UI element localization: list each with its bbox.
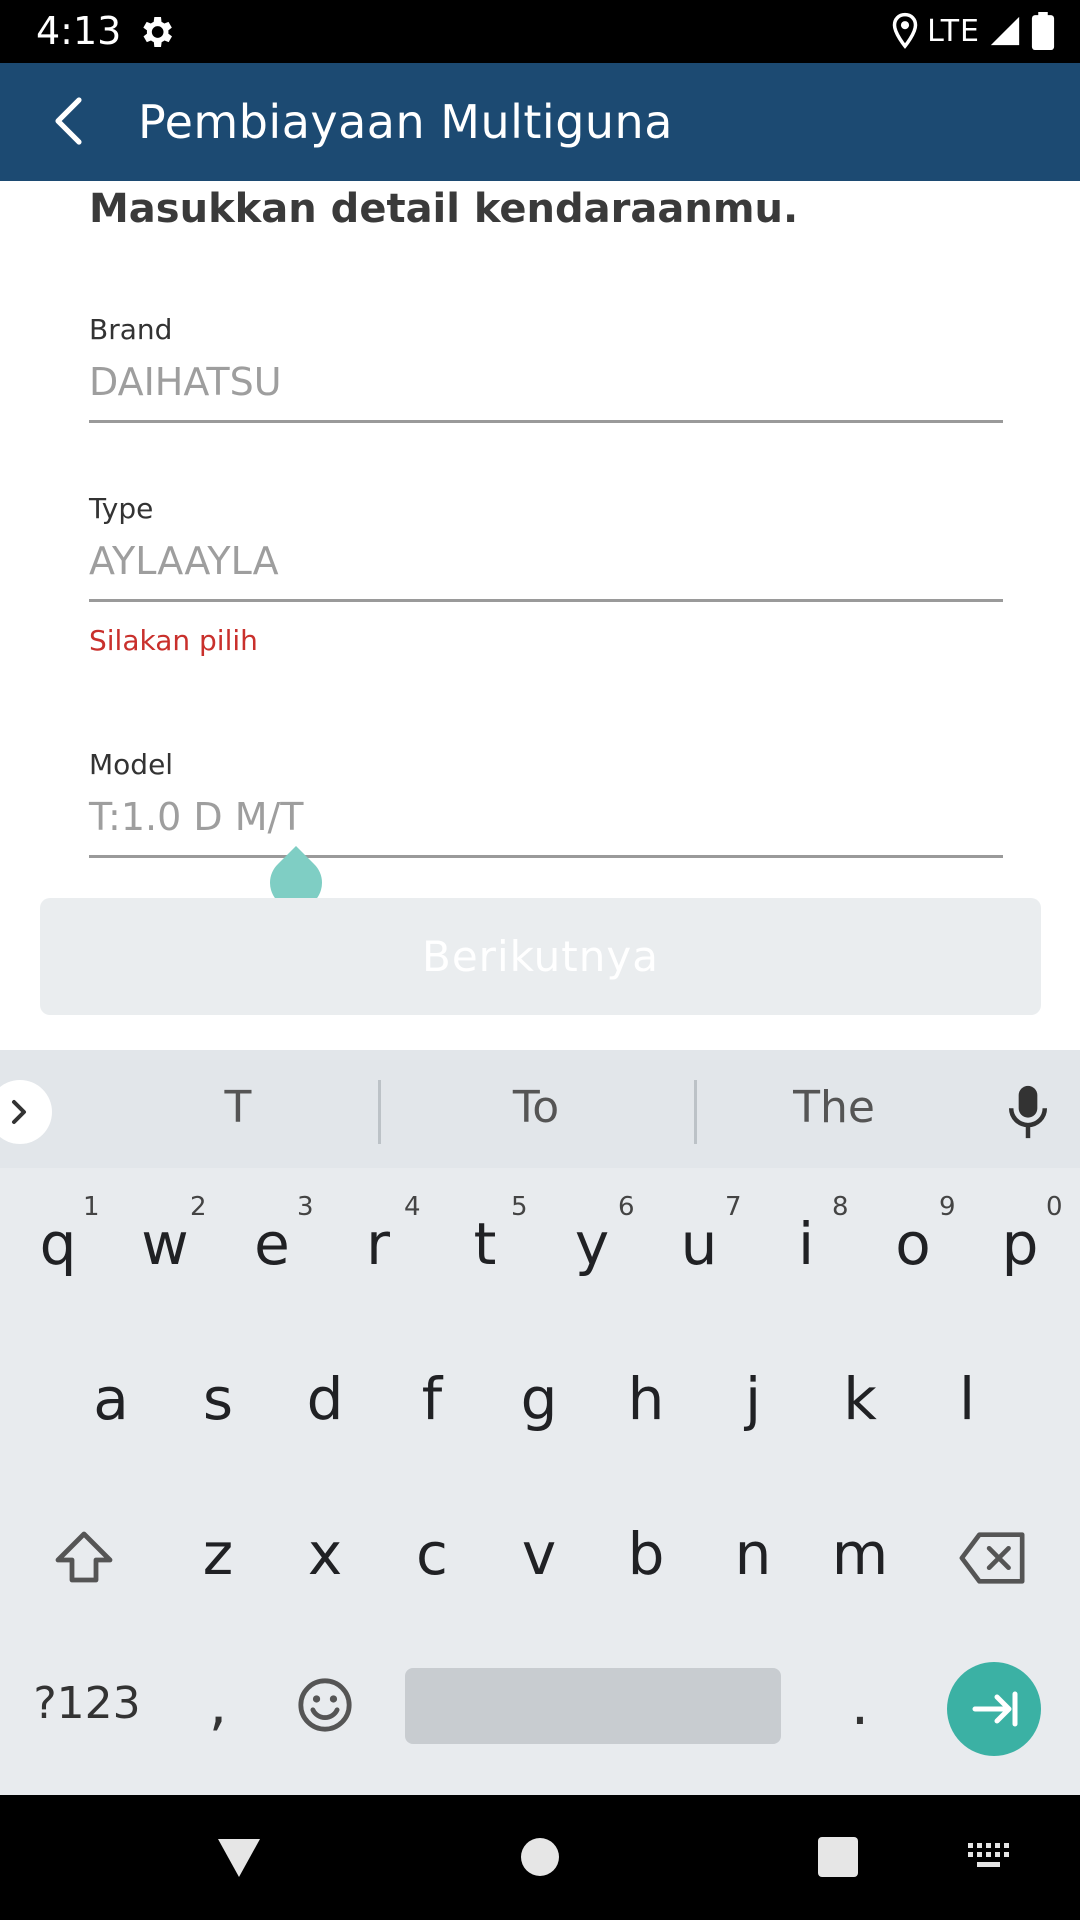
key-m[interactable]: m	[810, 1520, 910, 1588]
key-h[interactable]: h	[596, 1365, 696, 1433]
key-hint-9: 9	[939, 1192, 956, 1222]
network-type: LTE	[927, 13, 980, 49]
enter-key[interactable]	[947, 1662, 1041, 1756]
key-hint-0: 0	[1046, 1192, 1063, 1222]
suggestion-2[interactable]: To	[386, 1082, 686, 1133]
key-hint-1: 1	[83, 1192, 100, 1222]
brand-field[interactable]: Brand DAIHATSU	[89, 313, 1003, 423]
app-bar: Pembiayaan Multiguna	[0, 63, 1080, 181]
comma-key[interactable]: ,	[168, 1670, 268, 1738]
key-x[interactable]: x	[275, 1520, 375, 1588]
location-icon	[892, 12, 918, 49]
nav-recents-icon[interactable]	[818, 1837, 858, 1877]
key-hint-3: 3	[297, 1192, 314, 1222]
key-v[interactable]: v	[489, 1520, 589, 1588]
nav-back-icon[interactable]	[216, 1837, 262, 1879]
form-heading: Masukkan detail kendaraanmu.	[89, 186, 799, 232]
expand-suggestions-button[interactable]	[0, 1080, 52, 1144]
period-key[interactable]: .	[810, 1670, 910, 1738]
brand-underline	[89, 420, 1003, 423]
key-n[interactable]: n	[703, 1520, 803, 1588]
settings-gear-icon	[143, 17, 172, 47]
shift-icon[interactable]	[52, 1528, 116, 1588]
key-hint-4: 4	[404, 1192, 421, 1222]
key-z[interactable]: z	[168, 1520, 268, 1588]
key-f[interactable]: f	[382, 1365, 482, 1433]
key-j[interactable]: j	[703, 1365, 803, 1433]
status-time: 4:13	[36, 9, 122, 53]
suggestion-strip: T To The	[0, 1050, 1080, 1168]
type-field[interactable]: Type AYLAAYLA Silakan pilih	[89, 492, 1003, 657]
model-input[interactable]: T:1.0 D M/T	[89, 795, 1003, 845]
suggestion-divider	[378, 1080, 381, 1144]
brand-label: Brand	[89, 313, 173, 346]
navigation-bar	[0, 1795, 1080, 1920]
model-label: Model	[89, 748, 174, 781]
next-button[interactable]: Berikutnya	[40, 898, 1041, 1015]
space-bar[interactable]	[405, 1668, 781, 1744]
nav-home-icon[interactable]	[520, 1837, 560, 1877]
tab-next-icon	[972, 1691, 1018, 1727]
key-c[interactable]: c	[382, 1520, 482, 1588]
type-label: Type	[89, 492, 154, 525]
suggestion-1[interactable]: T	[88, 1082, 388, 1133]
type-error-message: Silakan pilih	[89, 624, 258, 657]
status-bar: 4:13 LTE	[0, 0, 1080, 63]
key-d[interactable]: d	[275, 1365, 375, 1433]
key-hint-8: 8	[832, 1192, 849, 1222]
key-hint-6: 6	[618, 1192, 635, 1222]
key-g[interactable]: g	[489, 1365, 589, 1433]
key-s[interactable]: s	[168, 1365, 268, 1433]
page-title: Pembiayaan Multiguna	[138, 95, 673, 149]
key-b[interactable]: b	[596, 1520, 696, 1588]
emoji-icon[interactable]	[296, 1676, 354, 1734]
keyboard-switcher-icon[interactable]	[968, 1843, 1010, 1869]
microphone-icon[interactable]	[1005, 1084, 1051, 1140]
model-underline	[89, 855, 1003, 858]
key-k[interactable]: k	[810, 1365, 910, 1433]
key-l[interactable]: l	[917, 1365, 1017, 1433]
signal-icon	[990, 16, 1020, 46]
key-hint-2: 2	[190, 1192, 207, 1222]
back-arrow-icon[interactable]	[44, 93, 100, 149]
backspace-icon[interactable]	[958, 1530, 1028, 1586]
suggestion-3[interactable]: The	[684, 1082, 984, 1133]
chevron-right-icon	[12, 1100, 26, 1124]
key-a[interactable]: a	[61, 1365, 161, 1433]
brand-value[interactable]: DAIHATSU	[89, 360, 1003, 410]
type-underline	[89, 599, 1003, 602]
type-value[interactable]: AYLAAYLA	[89, 539, 1003, 589]
battery-icon	[1031, 12, 1055, 50]
key-hint-5: 5	[511, 1192, 528, 1222]
symbols-key[interactable]: ?123	[22, 1678, 152, 1729]
model-field[interactable]: Model T:1.0 D M/T	[89, 748, 1003, 858]
key-hint-7: 7	[725, 1192, 742, 1222]
